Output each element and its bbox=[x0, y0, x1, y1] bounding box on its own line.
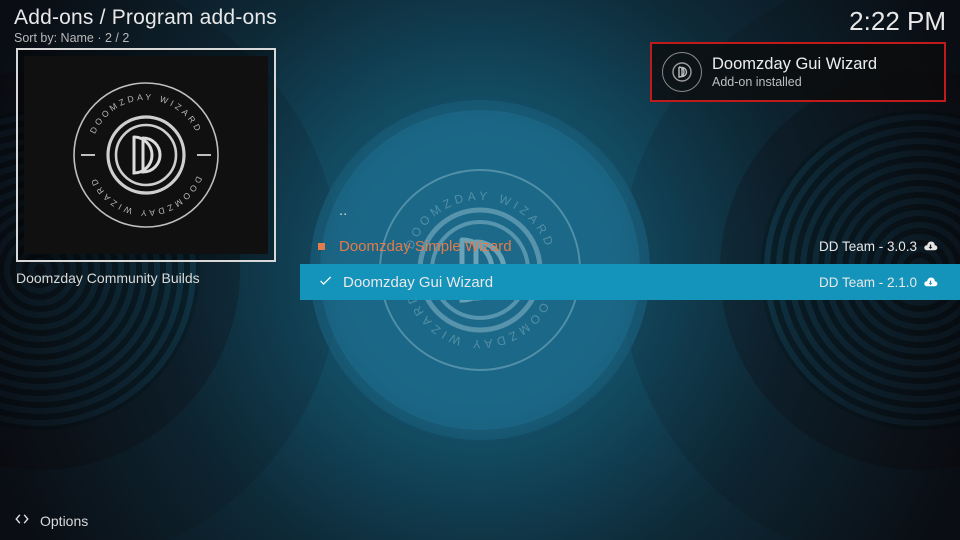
sort-indicator: Sort by: Name · 2 / 2 bbox=[14, 31, 277, 45]
breadcrumb: Add-ons / Program add-ons bbox=[14, 6, 277, 30]
toast-notification: Doomzday Gui Wizard Add-on installed bbox=[650, 42, 946, 102]
list-item-label: Doomzday Gui Wizard bbox=[343, 274, 819, 291]
list-item-parent[interactable]: .. bbox=[300, 192, 960, 228]
list-item-meta: DD Team - 3.0.3 bbox=[819, 239, 917, 254]
list-item-meta: DD Team - 2.1.0 bbox=[819, 275, 917, 290]
svg-text:DOOMZDAY WIZARD: DOOMZDAY WIZARD bbox=[88, 92, 205, 135]
clock: 2:22 PM bbox=[849, 6, 946, 37]
list-item[interactable]: Doomzday Simple Wizard DD Team - 3.0.3 bbox=[300, 228, 960, 264]
bullet-icon bbox=[318, 243, 325, 250]
toast-subtitle: Add-on installed bbox=[712, 75, 877, 89]
addon-thumbnail-caption: Doomzday Community Builds bbox=[16, 270, 276, 286]
addon-thumbnail: DOOMZDAY WIZARD DOOMZDAY WIZARD bbox=[24, 56, 268, 254]
check-icon bbox=[318, 273, 333, 292]
cloud-download-icon bbox=[923, 275, 938, 290]
cloud-download-icon bbox=[923, 239, 938, 254]
addon-thumbnail-frame: DOOMZDAY WIZARD DOOMZDAY WIZARD bbox=[16, 48, 276, 262]
toast-icon bbox=[662, 52, 702, 92]
list-item-selected[interactable]: Doomzday Gui Wizard DD Team - 2.1.0 bbox=[300, 264, 960, 300]
svg-text:DOOMZDAY WIZARD: DOOMZDAY WIZARD bbox=[88, 175, 205, 218]
list-item-label: Doomzday Simple Wizard bbox=[339, 238, 819, 255]
options-icon[interactable] bbox=[14, 511, 30, 530]
options-label[interactable]: Options bbox=[40, 513, 88, 529]
list-item-label: .. bbox=[339, 202, 938, 219]
toast-title: Doomzday Gui Wizard bbox=[712, 55, 877, 74]
addon-list: .. Doomzday Simple Wizard DD Team - 3.0.… bbox=[300, 192, 960, 300]
